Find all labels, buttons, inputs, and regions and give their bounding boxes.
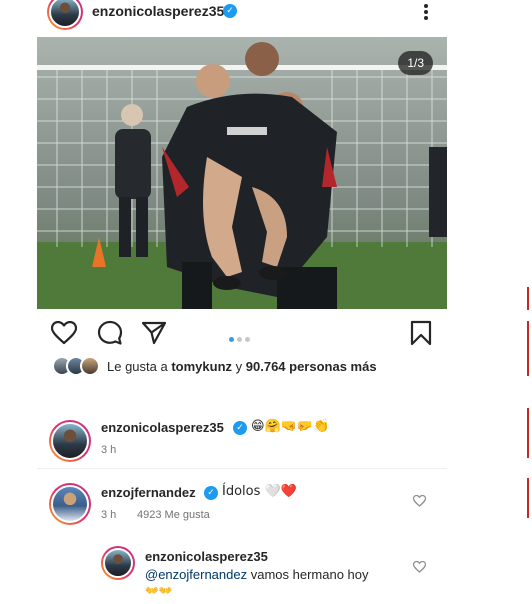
likes-summary[interactable]: Le gusta a tomykunz y 90.764 personas má… <box>52 356 472 378</box>
caption-author[interactable]: enzonicolasperez35 <box>101 420 224 435</box>
post-header: enzonicolasperez35 ✓ <box>0 0 460 30</box>
caption: enzonicolasperez35 ✓ 😁🤗🤜🤛👏 3 h <box>0 410 532 462</box>
reply-item: enzonicolasperez35 @enzojfernandez vamos… <box>0 544 532 604</box>
reply-author-avatar[interactable] <box>101 546 135 580</box>
carousel-indicator <box>229 329 253 347</box>
verified-badge-icon: ✓ <box>223 4 237 18</box>
carousel-dot-active <box>229 337 234 342</box>
edge-artifact <box>527 478 529 518</box>
comment-time: 3 h <box>101 509 117 521</box>
comment-item: enzojfernandez ✓ Ídolos 🤍❤️ 3 h 4923 Me … <box>0 476 532 536</box>
heart-icon[interactable] <box>413 495 426 507</box>
edge-artifact <box>527 321 529 376</box>
verified-badge-icon: ✓ <box>233 421 247 435</box>
slide-counter: 1/3 <box>398 51 433 75</box>
comment-text: Ídolos 🤍❤️ <box>222 484 297 499</box>
likes-count[interactable]: 90.764 personas más <box>246 359 377 374</box>
photo-image <box>37 37 447 309</box>
paper-plane-icon[interactable] <box>141 321 167 345</box>
carousel-dot <box>245 337 250 342</box>
more-vertical-icon[interactable] <box>418 2 434 22</box>
verified-badge-icon: ✓ <box>204 486 218 500</box>
author-avatar[interactable] <box>47 0 83 30</box>
author-username[interactable]: enzonicolasperez35 <box>92 3 224 19</box>
reply-author[interactable]: enzonicolasperez35 <box>145 549 268 564</box>
post-photo[interactable]: 1/3 <box>37 37 447 309</box>
reply-mention[interactable]: @enzojfernandez <box>145 567 247 582</box>
comment-author-avatar[interactable] <box>49 483 91 525</box>
edge-artifact <box>527 408 529 458</box>
bookmark-icon[interactable] <box>410 320 432 346</box>
liker-avatar <box>80 356 100 376</box>
comment-author[interactable]: enzojfernandez <box>101 485 196 500</box>
comment-bubble-icon[interactable] <box>97 320 123 346</box>
caption-text: 😁🤗🤜🤛👏 <box>251 419 330 434</box>
divider <box>37 468 447 469</box>
edge-artifact <box>527 287 529 310</box>
reply-text: @enzojfernandez vamos hermano hoy <box>145 567 369 582</box>
caption-time: 3 h <box>101 444 117 456</box>
liker-username[interactable]: tomykunz <box>171 359 232 374</box>
heart-icon[interactable] <box>413 561 426 573</box>
heart-icon[interactable] <box>51 321 77 345</box>
reply-text-line2: 👐👐 <box>145 584 173 597</box>
carousel-dot <box>237 337 242 342</box>
comment-likes[interactable]: 4923 Me gusta <box>137 509 210 521</box>
caption-author-avatar[interactable] <box>49 420 91 462</box>
likes-text: Le gusta a tomykunz y 90.764 personas má… <box>107 359 377 374</box>
